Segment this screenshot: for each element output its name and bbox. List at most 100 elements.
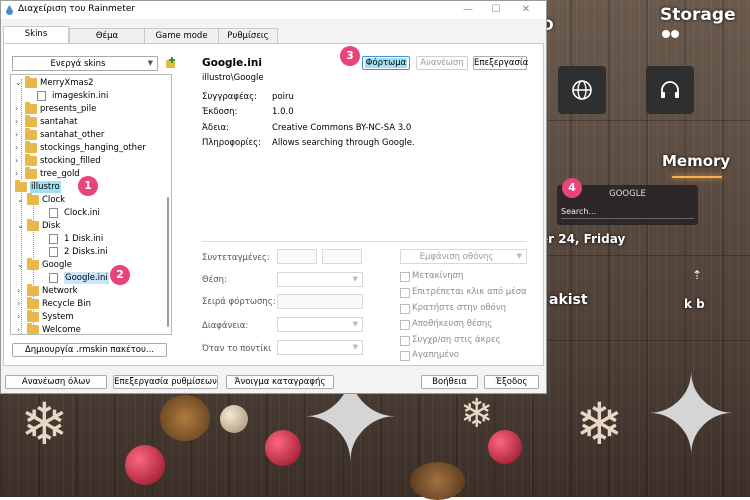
chevron-down-icon[interactable]: ⌄ bbox=[11, 181, 13, 193]
chevron-down-icon: ▼ bbox=[352, 275, 358, 283]
refresh-all-button[interactable]: Ανανέωση όλων bbox=[5, 375, 107, 389]
callout-2: 2 bbox=[110, 265, 130, 285]
exit-button[interactable]: Έξοδος bbox=[484, 375, 539, 389]
window-title: Διαχείριση του Rainmeter bbox=[18, 4, 136, 14]
load-button[interactable]: Φόρτωμα bbox=[362, 56, 410, 70]
folder-icon bbox=[25, 154, 37, 166]
chevron-right-icon[interactable]: › bbox=[15, 129, 23, 141]
storage-label: Storage bbox=[660, 5, 736, 25]
ornament-decoration bbox=[265, 430, 301, 466]
memory-glow-bar bbox=[672, 176, 722, 178]
folder-icon bbox=[27, 310, 39, 322]
chevron-down-icon: ▼ bbox=[352, 320, 358, 328]
maximize-button[interactable]: ☐ bbox=[489, 3, 503, 17]
chevron-right-icon[interactable]: › bbox=[17, 298, 25, 310]
folder-icon bbox=[15, 180, 27, 192]
chevron-down-icon[interactable]: ⌄ bbox=[17, 220, 25, 232]
on-hover-dropdown[interactable]: ▼ bbox=[277, 340, 363, 355]
speed-text: k b bbox=[684, 297, 705, 311]
folder-icon bbox=[27, 284, 39, 296]
file-icon bbox=[49, 234, 58, 244]
tree-scrollbar[interactable] bbox=[166, 77, 170, 332]
ornament-decoration bbox=[220, 405, 248, 433]
akist-text: akist bbox=[549, 292, 588, 308]
folder-icon bbox=[25, 141, 37, 153]
tab-theme[interactable]: Θέμα bbox=[69, 28, 145, 44]
create-rmskin-package-button[interactable]: Δημιουργία .rmskin πακέτου... bbox=[12, 343, 167, 357]
snowflake-decoration: ❄ bbox=[575, 390, 624, 458]
ornament-decoration bbox=[488, 430, 522, 464]
position-dropdown[interactable]: ▼ bbox=[277, 272, 363, 287]
close-button[interactable]: ✕ bbox=[519, 3, 533, 17]
callout-1: 1 bbox=[78, 176, 98, 196]
globe-icon bbox=[572, 80, 592, 100]
checkbox-box[interactable] bbox=[400, 320, 410, 330]
coordinates-label: Συντεταγμένες: bbox=[202, 253, 270, 263]
rainmeter-manager-window: Διαχείριση του Rainmeter — ☐ ✕ Skins Θέμ… bbox=[0, 0, 547, 394]
chevron-right-icon[interactable]: › bbox=[15, 116, 23, 128]
chevron-right-icon[interactable]: › bbox=[17, 324, 25, 334]
chevron-right-icon[interactable]: › bbox=[15, 155, 23, 167]
transparency-dropdown[interactable]: ▼ bbox=[277, 317, 363, 332]
headphones-tile[interactable] bbox=[646, 66, 694, 114]
edit-settings-button[interactable]: Επεξεργασία ρυθμίσεων bbox=[113, 375, 218, 389]
chevron-right-icon[interactable]: › bbox=[17, 285, 25, 297]
chevron-down-icon: ▼ bbox=[352, 343, 358, 351]
active-skins-dropdown[interactable]: Ενεργά skins ▼ bbox=[12, 56, 158, 71]
add-skin-icon[interactable] bbox=[165, 57, 177, 69]
arrow-up-icon: ⇡ bbox=[692, 268, 703, 282]
chevron-right-icon[interactable]: › bbox=[17, 311, 25, 323]
chevron-down-icon: ▼ bbox=[147, 59, 153, 67]
skins-tree[interactable]: ⌄ MerryXmas2 imageskin.ini › presents_pile… bbox=[10, 74, 172, 335]
chevron-down-icon: ▼ bbox=[516, 252, 522, 260]
coordinate-y-field[interactable] bbox=[322, 249, 362, 264]
folder-icon bbox=[27, 193, 39, 205]
checkbox-box[interactable] bbox=[400, 336, 410, 346]
folder-icon bbox=[25, 167, 37, 179]
checkbox-box[interactable] bbox=[400, 288, 410, 298]
chevron-right-icon[interactable]: › bbox=[15, 103, 23, 115]
scrollbar-thumb[interactable] bbox=[167, 197, 169, 327]
folder-icon bbox=[27, 297, 39, 309]
coordinate-x-field[interactable] bbox=[277, 249, 317, 264]
skin-path: illustro\Google bbox=[202, 73, 264, 83]
load-order-field[interactable] bbox=[277, 294, 363, 309]
version-value: 1.0.0 bbox=[272, 107, 294, 117]
display-monitor-dropdown[interactable]: Εμφάνιση οθόνης ▼ bbox=[400, 249, 527, 264]
chevron-down-icon[interactable]: ⌄ bbox=[17, 259, 25, 271]
google-search-input[interactable]: Search... bbox=[561, 207, 596, 216]
on-hover-label: Όταν το ποντίκι bbox=[202, 344, 272, 354]
memory-label: Memory bbox=[662, 152, 731, 170]
folder-icon bbox=[25, 128, 37, 140]
help-button[interactable]: Βοήθεια bbox=[421, 375, 478, 389]
position-label: Θέση: bbox=[202, 275, 227, 285]
chevron-right-icon[interactable]: › bbox=[15, 168, 23, 180]
chevron-down-icon[interactable]: ⌄ bbox=[15, 77, 23, 89]
callout-3: 3 bbox=[340, 46, 360, 66]
snowflake-decoration: ❄ bbox=[20, 390, 69, 458]
checkbox-box[interactable] bbox=[400, 272, 410, 282]
tab-game-mode[interactable]: Game mode bbox=[144, 28, 219, 44]
load-button-label: Φόρτωμα bbox=[364, 58, 408, 68]
date-text: er 24, Friday bbox=[540, 232, 626, 246]
checkbox-box[interactable] bbox=[400, 351, 410, 361]
globe-tile[interactable] bbox=[558, 66, 606, 114]
edit-button[interactable]: Επεξεργασία bbox=[473, 56, 528, 70]
folder-icon bbox=[27, 323, 39, 334]
ornament-decoration bbox=[160, 395, 210, 441]
folder-icon bbox=[27, 219, 39, 231]
tab-skins[interactable]: Skins bbox=[3, 26, 69, 44]
title-bar[interactable]: Διαχείριση του Rainmeter — ☐ ✕ bbox=[1, 1, 546, 19]
refresh-button[interactable]: Ανανέωση bbox=[416, 56, 468, 70]
version-label: Έκδοση: bbox=[202, 107, 238, 117]
file-icon bbox=[49, 247, 58, 257]
chevron-right-icon[interactable]: › bbox=[15, 142, 23, 154]
tab-settings[interactable]: Ρυθμίσεις bbox=[218, 28, 278, 44]
chevron-down-icon[interactable]: ⌄ bbox=[17, 194, 25, 206]
minimize-button[interactable]: — bbox=[461, 3, 475, 17]
transparency-label: Διαφάνεια: bbox=[202, 321, 249, 331]
open-log-button[interactable]: Άνοιγμα καταγραφής bbox=[226, 375, 334, 389]
file-icon bbox=[49, 273, 58, 283]
checkbox-box[interactable] bbox=[400, 304, 410, 314]
callout-4: 4 bbox=[562, 178, 582, 198]
